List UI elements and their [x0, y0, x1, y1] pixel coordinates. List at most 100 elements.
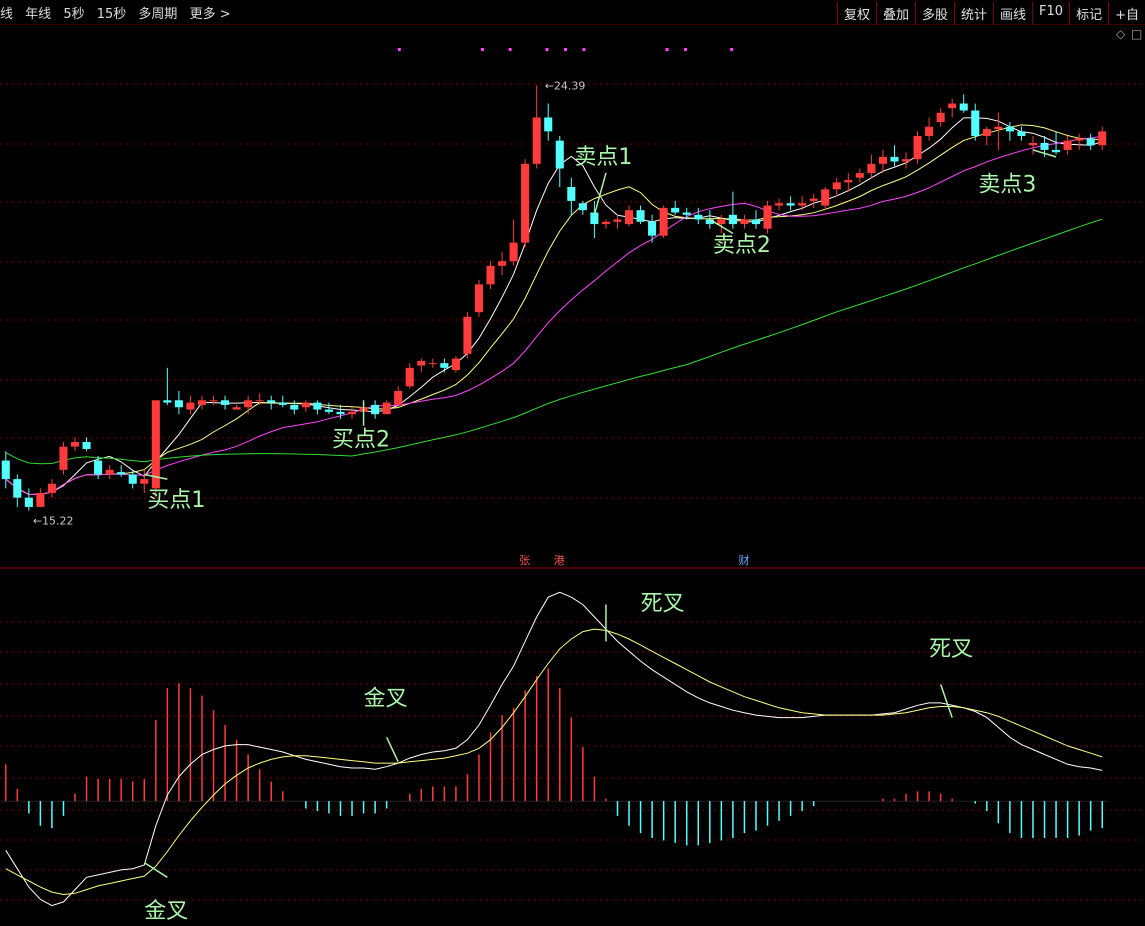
candle-body — [440, 363, 449, 368]
candle-body — [59, 446, 68, 470]
candle-body — [959, 103, 968, 111]
candle-body — [428, 363, 437, 365]
candle-body — [244, 400, 253, 408]
candle-body — [13, 479, 22, 498]
annotation-arrow — [593, 172, 607, 216]
candle-body — [936, 112, 945, 123]
candle-body — [290, 404, 299, 410]
candle-body — [474, 284, 484, 313]
settings-diamond-icon[interactable]: ◇ — [1116, 27, 1126, 41]
candle-body — [901, 159, 911, 162]
candle-body — [278, 402, 287, 405]
candle-body — [1052, 149, 1061, 153]
candle-body — [1063, 140, 1072, 150]
macd-annotations: 金叉金叉死叉死叉 — [143, 592, 973, 924]
candle-body — [197, 400, 207, 405]
cross-arrow — [385, 736, 399, 763]
candle-body — [1040, 142, 1049, 150]
candle-body — [417, 360, 426, 366]
candle-body — [521, 163, 530, 243]
event-badge: 财 — [738, 553, 749, 567]
candle-body — [463, 316, 472, 354]
candle-body — [174, 400, 183, 408]
candle-body — [509, 242, 518, 262]
candle-body — [140, 479, 149, 484]
annotation-label: 买点2 — [332, 428, 390, 453]
candle-body — [694, 214, 703, 220]
ma60-line — [5, 218, 1103, 465]
chart-area[interactable]: ←24.39←15.22买点1买点2卖点1卖点2卖点3张港财 金叉金叉死叉死叉 … — [0, 24, 1145, 926]
button-mark[interactable]: 标记 — [1069, 2, 1108, 25]
candle-body — [232, 407, 241, 410]
cross-label: 金叉 — [364, 686, 408, 711]
event-marker — [480, 48, 484, 51]
annotation-label: 卖点1 — [574, 145, 632, 170]
candle-body — [717, 219, 726, 225]
candle-body — [682, 212, 691, 215]
price-low-label: ←15.22 — [33, 515, 74, 528]
candle-body — [1, 460, 10, 480]
candle-body — [613, 219, 622, 222]
price-high-label: ←24.39 — [545, 79, 586, 92]
candle-body — [70, 442, 80, 447]
candle-body — [117, 472, 126, 475]
candle-body — [994, 126, 1003, 130]
period-item-line[interactable]: 线 — [0, 7, 13, 22]
candle-body — [24, 497, 33, 507]
candle-body — [890, 156, 899, 162]
window-square-icon[interactable]: □ — [1131, 27, 1142, 41]
candle-body — [451, 358, 460, 371]
period-item-more[interactable]: 更多 > — [190, 7, 231, 22]
period-toolbar: 线 年线 5秒 15秒 多周期 更多 > — [0, 3, 239, 22]
candle-body — [313, 402, 322, 410]
event-marker — [684, 48, 688, 51]
candle-body — [636, 210, 645, 222]
candle-body — [567, 187, 576, 201]
event-badge: 张 — [519, 554, 530, 567]
candle-body — [1086, 138, 1095, 146]
candle-body — [821, 189, 830, 206]
candle-body — [1028, 142, 1038, 146]
candle-body — [347, 411, 357, 415]
candle-body — [394, 391, 403, 405]
candle-body — [832, 182, 841, 190]
macd-dea-line — [5, 628, 1103, 896]
button-add-watch[interactable]: +自 — [1108, 2, 1145, 25]
candle-body — [544, 117, 553, 132]
cross-arrow — [939, 684, 953, 718]
button-f10[interactable]: F10 — [1032, 2, 1069, 25]
candle-body — [913, 136, 922, 160]
event-badge: 港 — [554, 554, 565, 567]
cross-label: 死叉 — [929, 637, 973, 662]
button-stats[interactable]: 统计 — [954, 2, 993, 25]
button-draw[interactable]: 画线 — [993, 2, 1032, 25]
period-item-multi[interactable]: 多周期 — [138, 7, 177, 22]
candlesticks — [1, 48, 1107, 511]
button-overlay[interactable]: 叠加 — [875, 2, 915, 25]
annotation-label: 卖点3 — [978, 173, 1036, 198]
period-item-15s[interactable]: 15秒 — [97, 7, 127, 22]
candle-body — [809, 198, 818, 201]
candle-body — [751, 219, 761, 225]
candle-body — [763, 205, 772, 229]
button-multi-stock[interactable]: 多股 — [915, 2, 954, 25]
candle-body — [878, 156, 887, 164]
price-annotations: ←24.39 ←15.22 买点1 买点2 卖点1 卖点2 卖点3 张 港 财 — [33, 79, 1057, 567]
cross-label: 金叉 — [144, 899, 188, 924]
candle-body — [498, 261, 507, 266]
candle-body — [371, 404, 380, 415]
candle-body — [1017, 131, 1026, 136]
candle-body — [601, 221, 610, 225]
event-marker — [582, 48, 586, 51]
candle-body — [855, 173, 864, 178]
period-item-5s[interactable]: 5秒 — [63, 7, 84, 22]
button-adjust[interactable]: 复权 — [836, 2, 876, 25]
event-marker — [508, 48, 512, 51]
candle-body — [105, 469, 114, 475]
candle-body — [532, 117, 541, 164]
toolbar: 线 年线 5秒 15秒 多周期 更多 > 复权 叠加 多股 统计 画线 F10 … — [0, 0, 1145, 25]
annotation-label: 买点1 — [147, 488, 205, 513]
candle-body — [255, 400, 264, 402]
candle-body — [82, 442, 91, 449]
period-item-year[interactable]: 年线 — [25, 7, 51, 22]
